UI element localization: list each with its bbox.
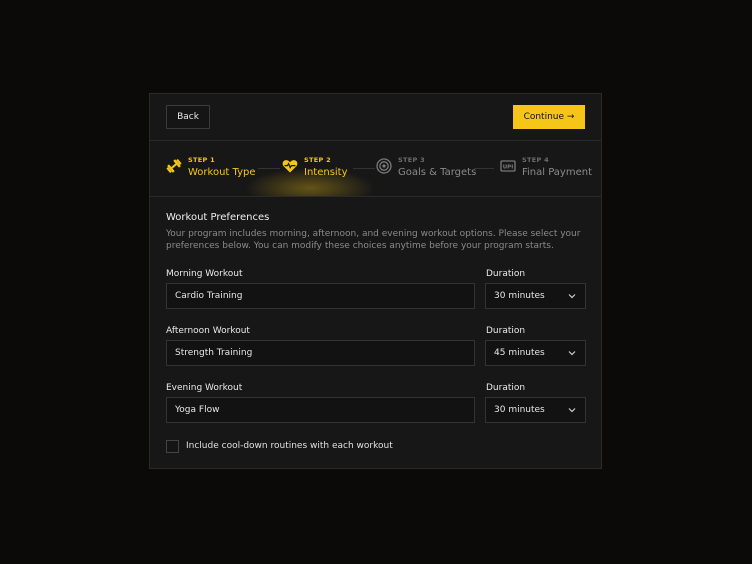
step-label: Workout Type [188, 167, 256, 178]
step-number: STEP 3 [398, 156, 425, 164]
duration-label: Duration [486, 326, 526, 336]
step-number: STEP 2 [304, 156, 331, 164]
preferences-section: Workout Preferences Your program include… [166, 212, 585, 252]
step-label: Goals & Targets [398, 167, 477, 178]
chevron-down-icon [568, 294, 576, 299]
step-connector [474, 168, 494, 169]
evening-workout-label: Evening Workout [166, 383, 243, 393]
back-button[interactable]: Back [166, 105, 210, 129]
afternoon-workout-input[interactable]: Strength Training [166, 340, 475, 366]
section-description: Your program includes morning, afternoon… [166, 229, 581, 251]
afternoon-workout-label: Afternoon Workout [166, 326, 250, 336]
duration-label: Duration [486, 383, 526, 393]
cooldown-label[interactable]: Include cool-down routines with each wor… [186, 441, 393, 451]
step-connector [258, 168, 280, 169]
duration-value: 30 minutes [494, 405, 545, 415]
morning-duration-select[interactable]: 30 minutes [485, 283, 586, 309]
step-connector [353, 168, 375, 169]
morning-workout-row: Morning Workout Duration Cardio Training… [166, 269, 586, 313]
step-number: STEP 1 [188, 156, 215, 164]
evening-workout-input[interactable]: Yoga Flow [166, 397, 475, 423]
chevron-down-icon [568, 408, 576, 413]
card-header: Back Continue → [150, 94, 601, 141]
section-title: Workout Preferences [166, 212, 270, 223]
dumbbell-icon [166, 159, 182, 173]
heart-pulse-icon [282, 160, 298, 173]
step-label: Intensity [304, 167, 348, 178]
cooldown-checkbox[interactable] [166, 440, 179, 453]
afternoon-duration-select[interactable]: 45 minutes [485, 340, 586, 366]
duration-value: 30 minutes [494, 291, 545, 301]
step-label: Final Payment [522, 167, 593, 178]
svg-text:UPI: UPI [503, 165, 514, 171]
step-number: STEP 4 [522, 156, 549, 164]
duration-value: 45 minutes [494, 348, 545, 358]
afternoon-workout-row: Afternoon Workout Duration Strength Trai… [166, 326, 586, 370]
stepper: STEP 1 Workout Type STEP 2 Intensity STE… [150, 140, 601, 197]
evening-duration-select[interactable]: 30 minutes [485, 397, 586, 423]
chevron-down-icon [568, 351, 576, 356]
onboarding-card: Back Continue → STEP 1 Workout Type STEP… [149, 93, 602, 469]
evening-workout-row: Evening Workout Duration Yoga Flow 30 mi… [166, 383, 586, 427]
morning-workout-label: Morning Workout [166, 269, 243, 279]
morning-workout-input[interactable]: Cardio Training [166, 283, 475, 309]
continue-button[interactable]: Continue → [513, 105, 585, 129]
target-icon [376, 158, 392, 174]
payment-card-icon: UPI [500, 160, 516, 172]
duration-label: Duration [486, 269, 526, 279]
